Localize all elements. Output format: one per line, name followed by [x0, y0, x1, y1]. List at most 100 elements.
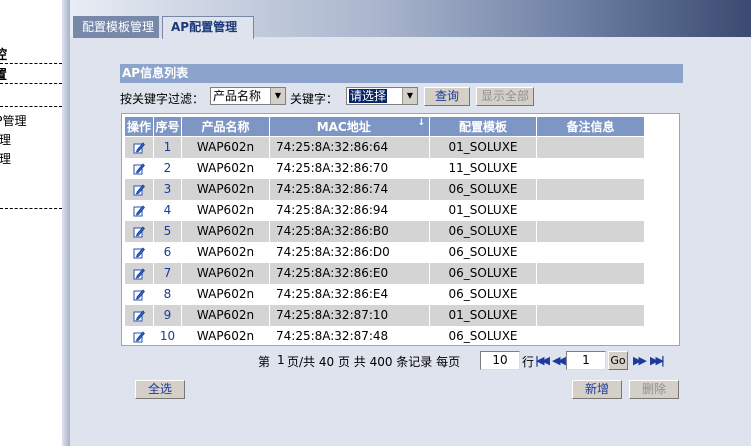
product-cell: WAP602n — [181, 136, 270, 158]
table-header-row: 操作 序号 产品名称 MAC地址 ↓ 配置模板 备注信息 — [124, 116, 645, 137]
product-cell: WAP602n — [181, 262, 270, 284]
product-cell: WAP602n — [181, 178, 270, 200]
per-page-input[interactable]: 10 — [480, 351, 520, 370]
template-cell: 11_SOLUXE — [429, 157, 537, 179]
product-cell: WAP602n — [181, 304, 270, 326]
note-cell — [536, 241, 645, 263]
select-all-button[interactable]: 全选 — [135, 380, 185, 399]
product-cell: WAP602n — [181, 157, 270, 179]
edit-icon[interactable] — [133, 162, 145, 175]
template-cell: 01_SOLUXE — [429, 199, 537, 221]
seq-cell: 10 — [153, 325, 182, 345]
seq-cell: 4 — [153, 199, 182, 221]
show-all-button[interactable]: 显示全部 — [476, 87, 534, 106]
table-right-gutter — [673, 114, 679, 345]
mac-cell: 74:25:8A:32:86:74 — [269, 178, 430, 200]
filter-row: 按关键字过滤： 产品名称 ▼ 关键字： 请选择 ▼ 查询 显示全部 — [120, 86, 683, 108]
edit-cell — [124, 136, 154, 158]
product-cell: WAP602n — [181, 220, 270, 242]
note-cell — [536, 199, 645, 221]
nav-item-config[interactable]: 置 — [0, 64, 62, 84]
mac-cell: 74:25:8A:32:86:94 — [269, 199, 430, 221]
mac-cell: 74:25:8A:32:86:E0 — [269, 262, 430, 284]
nav-item-ap-manage[interactable]: AP管理 — [0, 112, 62, 130]
prev-page-icon[interactable]: ◀◀ — [552, 354, 566, 367]
table-row: 1 WAP602n 74:25:8A:32:86:64 01_SOLUXE — [124, 136, 645, 158]
header-product[interactable]: 产品名称 — [181, 116, 270, 137]
filter-label: 按关键字过滤： — [120, 92, 205, 106]
seq-cell: 5 — [153, 220, 182, 242]
edit-cell — [124, 157, 154, 179]
table-row: 3 WAP602n 74:25:8A:32:86:74 06_SOLUXE — [124, 178, 645, 200]
header-template[interactable]: 配置模板 — [429, 116, 537, 137]
product-cell: WAP602n — [181, 199, 270, 221]
go-button[interactable]: Go — [608, 351, 628, 370]
edit-icon[interactable] — [133, 225, 145, 238]
nav-item-manage-2[interactable]: 管理 — [0, 150, 62, 168]
next-page-icon[interactable]: ▶▶ — [633, 354, 647, 367]
seq-cell: 7 — [153, 262, 182, 284]
template-cell: 06_SOLUXE — [429, 220, 537, 242]
edit-icon[interactable] — [133, 183, 145, 196]
header-mac[interactable]: MAC地址 ↓ — [269, 116, 430, 137]
nav-item-control[interactable]: 控 — [0, 44, 62, 64]
edit-icon[interactable] — [133, 204, 145, 217]
edit-cell — [124, 241, 154, 263]
note-cell — [536, 262, 645, 284]
note-cell — [536, 283, 645, 305]
edit-cell — [124, 325, 154, 345]
ap-table-container: 操作 序号 产品名称 MAC地址 ↓ 配置模板 备注信息 1 WAP602n 74:2… — [121, 113, 680, 346]
note-cell — [536, 220, 645, 242]
mac-cell: 74:25:8A:32:86:E4 — [269, 283, 430, 305]
edit-icon[interactable] — [133, 141, 145, 154]
tab-ap-config-manage[interactable]: AP配置管理 — [162, 16, 254, 39]
tab-template-manage[interactable]: 配置模板管理 — [73, 16, 159, 38]
delete-button[interactable]: 删除 — [629, 380, 679, 399]
note-cell — [536, 178, 645, 200]
table-row: 4 WAP602n 74:25:8A:32:86:94 01_SOLUXE — [124, 199, 645, 221]
jump-page-input[interactable]: 1 — [566, 351, 606, 370]
last-page-icon[interactable]: ▶▶| — [650, 354, 665, 367]
add-button[interactable]: 新增 — [572, 380, 622, 399]
template-cell: 06_SOLUXE — [429, 178, 537, 200]
template-cell: 01_SOLUXE — [429, 304, 537, 326]
seq-cell: 8 — [153, 283, 182, 305]
header-seq[interactable]: 序号 — [153, 116, 182, 137]
table-row: 8 WAP602n 74:25:8A:32:86:E4 06_SOLUXE — [124, 283, 645, 305]
per-page-suffix: 行 — [522, 355, 535, 369]
filter-field-select[interactable]: 产品名称 ▼ — [210, 87, 286, 105]
edit-cell — [124, 178, 154, 200]
template-cell: 01_SOLUXE — [429, 136, 537, 158]
keyword-label: 关键字： — [290, 92, 339, 106]
seq-cell: 9 — [153, 304, 182, 326]
product-cell: WAP602n — [181, 283, 270, 305]
edit-icon[interactable] — [133, 246, 145, 259]
nav-item-manage-1[interactable]: 管理 — [0, 131, 62, 149]
edit-cell — [124, 283, 154, 305]
first-page-icon[interactable]: |◀◀ — [535, 354, 550, 367]
header-operation: 操作 — [124, 116, 154, 137]
edit-icon[interactable] — [133, 309, 145, 322]
template-cell: 06_SOLUXE — [429, 325, 537, 345]
query-button[interactable]: 查询 — [424, 87, 470, 106]
edit-cell — [124, 262, 154, 284]
header-note[interactable]: 备注信息 — [536, 116, 645, 137]
mac-cell: 74:25:8A:32:86:70 — [269, 157, 430, 179]
table-row: 10 WAP602n 74:25:8A:32:87:48 06_SOLUXE — [124, 325, 645, 345]
note-cell — [536, 325, 645, 345]
edit-icon[interactable] — [133, 330, 145, 343]
seq-cell: 6 — [153, 241, 182, 263]
chevron-down-icon: ▼ — [270, 88, 285, 104]
table-row: 7 WAP602n 74:25:8A:32:86:E0 06_SOLUXE — [124, 262, 645, 284]
nav-item-manage-3[interactable]: 理 — [0, 169, 62, 187]
edit-icon[interactable] — [133, 267, 145, 280]
table-row: 5 WAP602n 74:25:8A:32:86:B0 06_SOLUXE — [124, 220, 645, 242]
template-cell: 06_SOLUXE — [429, 241, 537, 263]
edit-icon[interactable] — [133, 288, 145, 301]
mac-cell: 74:25:8A:32:86:64 — [269, 136, 430, 158]
page-prefix: 第 — [258, 355, 271, 369]
keyword-select[interactable]: 请选择 ▼ — [346, 87, 418, 105]
nav-item-manage-4[interactable]: 理 — [0, 189, 62, 209]
edit-cell — [124, 199, 154, 221]
edit-cell — [124, 220, 154, 242]
